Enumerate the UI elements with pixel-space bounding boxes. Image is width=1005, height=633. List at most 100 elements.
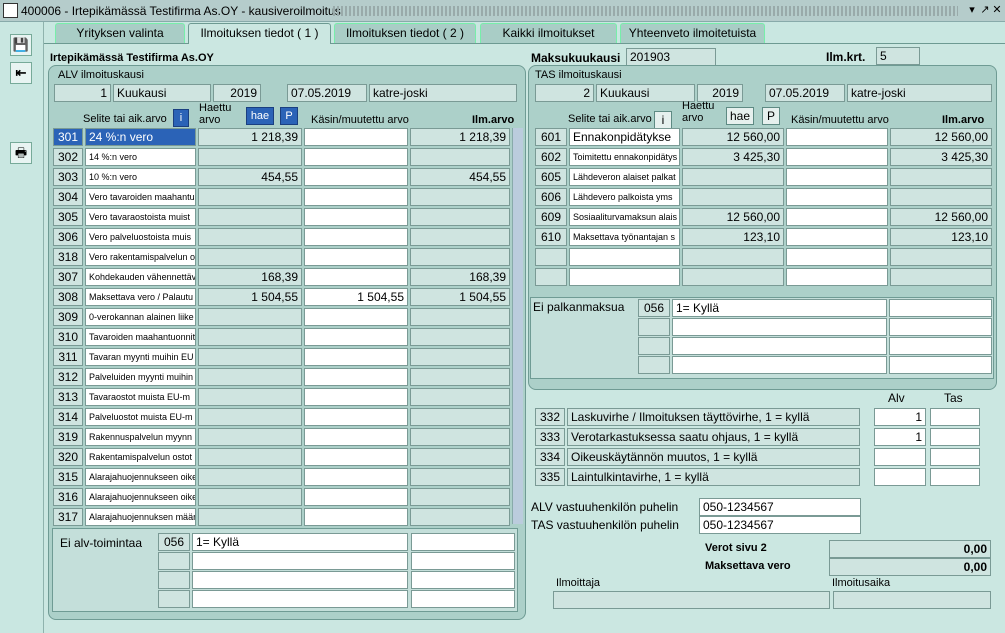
alv-row-desc[interactable]: Alarajahuojennukseen oike — [85, 488, 196, 506]
tas-ei-empty-extra[interactable] — [889, 318, 992, 336]
tas-row-kasin[interactable] — [786, 188, 888, 206]
tab-ilmoituksen-tiedot-2[interactable]: Ilmoituksen tiedot ( 2 ) — [334, 23, 476, 43]
tas-row-kasin[interactable] — [786, 128, 888, 146]
tas-phone-field[interactable]: 050-1234567 — [699, 516, 861, 534]
alv-row-kasin[interactable] — [304, 388, 408, 406]
ilmoitusaika-field[interactable] — [833, 591, 991, 609]
alv-row-desc[interactable]: Rakennuspalvelun myynn — [85, 428, 196, 446]
alv-row-kasin[interactable] — [304, 248, 408, 266]
correction-alv[interactable] — [874, 468, 926, 486]
correction-tas[interactable] — [930, 448, 980, 466]
alv-row-kasin[interactable] — [304, 268, 408, 286]
tas-row-desc[interactable]: Lähdevero palkoista yms — [569, 188, 680, 206]
alv-row-desc[interactable]: 14 %:n vero — [85, 148, 196, 166]
tas-row-kasin[interactable] — [786, 248, 888, 266]
correction-alv[interactable] — [874, 448, 926, 466]
alv-row-kasin[interactable] — [304, 228, 408, 246]
alv-row-desc[interactable]: Vero palveluostoista muis — [85, 228, 196, 246]
alv-row-kasin[interactable] — [304, 508, 408, 526]
alv-row-desc[interactable]: Maksettava vero / Palautu — [85, 288, 196, 306]
alv-ei-empty-extra[interactable] — [411, 590, 515, 608]
tas-ei-empty-value[interactable] — [672, 318, 887, 336]
alv-row-kasin[interactable] — [304, 168, 408, 186]
tas-period-num[interactable]: 2 — [535, 84, 594, 102]
tas-ei-empty-value[interactable] — [672, 356, 887, 374]
tas-row-kasin[interactable] — [786, 148, 888, 166]
alv-date[interactable]: 07.05.2019 — [287, 84, 367, 102]
alv-year[interactable]: 2019 — [213, 84, 261, 102]
tab-kaikki-ilmoitukset[interactable]: Kaikki ilmoitukset — [480, 23, 617, 43]
alv-user[interactable]: katre-joski — [369, 84, 517, 102]
tas-user[interactable]: katre-joski — [847, 84, 992, 102]
alv-row-kasin[interactable] — [304, 148, 408, 166]
alv-row-kasin[interactable] — [304, 348, 408, 366]
tas-row-kasin[interactable] — [786, 268, 888, 286]
alv-period-type[interactable]: Kuukausi — [113, 84, 211, 102]
exit-icon[interactable]: ⇤ — [10, 62, 32, 84]
alv-row-desc[interactable]: Alarajahuojennukseen oike — [85, 468, 196, 486]
close-icon[interactable]: ✕ — [990, 3, 1004, 18]
tas-ei-palkanmaksua-extra[interactable] — [889, 299, 992, 317]
correction-tas[interactable] — [930, 468, 980, 486]
tas-period-type[interactable]: Kuukausi — [596, 84, 695, 102]
alv-row-kasin[interactable] — [304, 188, 408, 206]
alv-row-desc[interactable]: Palveluostot muista EU-m — [85, 408, 196, 426]
tas-row-desc[interactable]: Sosiaaliturvamaksun alais — [569, 208, 680, 226]
alv-row-kasin[interactable] — [304, 128, 408, 146]
alv-row-desc[interactable]: Vero tavaroiden maahantu — [85, 188, 196, 206]
save-icon[interactable]: 💾 — [10, 34, 32, 56]
alv-row-desc[interactable]: Vero tavaraostoista muist — [85, 208, 196, 226]
correction-tas[interactable] — [930, 428, 980, 446]
alv-row-kasin[interactable] — [304, 488, 408, 506]
tas-row-desc[interactable]: Maksettava työnantajan s — [569, 228, 680, 246]
alv-row-kasin[interactable] — [304, 468, 408, 486]
tab-ilmoituksen-tiedot-1[interactable]: Ilmoituksen tiedot ( 1 ) — [188, 23, 331, 44]
alv-hae-button[interactable]: hae — [246, 107, 274, 125]
alv-ei-empty-extra[interactable] — [411, 571, 515, 589]
alv-p-button[interactable]: P — [280, 107, 298, 125]
alv-ei-toimintaa-value[interactable]: 1= Kyllä — [192, 533, 408, 551]
alv-row-desc[interactable]: Rakentamispalvelun ostot — [85, 448, 196, 466]
tas-ei-empty-extra[interactable] — [889, 337, 992, 355]
correction-alv[interactable]: 1 — [874, 428, 926, 446]
tas-p-button[interactable]: P — [762, 107, 780, 125]
correction-alv[interactable]: 1 — [874, 408, 926, 426]
tas-row-desc[interactable]: Ennakonpidätykse — [569, 128, 680, 146]
tas-row-kasin[interactable] — [786, 208, 888, 226]
maksukuukausi-field[interactable]: 201903 — [626, 48, 716, 66]
alv-row-desc[interactable]: 10 %:n vero — [85, 168, 196, 186]
tas-row-desc[interactable] — [569, 248, 680, 266]
alv-row-kasin[interactable]: 1 504,55 — [304, 288, 408, 306]
tas-info-button[interactable]: i — [654, 111, 672, 129]
alv-row-desc[interactable]: Vero rakentamispalvelun o — [85, 248, 196, 266]
alv-ei-empty-value[interactable] — [192, 590, 408, 608]
tas-row-desc[interactable]: Lähdeveron alaiset palkat — [569, 168, 680, 186]
alv-row-kasin[interactable] — [304, 308, 408, 326]
alv-phone-field[interactable]: 050-1234567 — [699, 498, 861, 516]
tab-yrityksen-valinta[interactable]: Yrityksen valinta — [55, 23, 185, 43]
tas-row-kasin[interactable] — [786, 228, 888, 246]
tas-hae-button[interactable]: hae — [726, 107, 754, 125]
tas-row-desc[interactable]: Toimitettu ennakonpidätys — [569, 148, 680, 166]
alv-row-kasin[interactable] — [304, 408, 408, 426]
alv-row-kasin[interactable] — [304, 328, 408, 346]
ilmkrt-field[interactable]: 5 — [876, 47, 920, 65]
alv-row-kasin[interactable] — [304, 208, 408, 226]
tas-date[interactable]: 07.05.2019 — [765, 84, 845, 102]
alv-row-kasin[interactable] — [304, 368, 408, 386]
tab-yhteenveto[interactable]: Yhteenveto ilmoitetuista — [620, 23, 765, 43]
alv-row-kasin[interactable] — [304, 448, 408, 466]
tas-ei-palkanmaksua-value[interactable]: 1= Kyllä — [672, 299, 887, 317]
alv-ei-empty-value[interactable] — [192, 552, 408, 570]
alv-row-desc[interactable]: Tavaran myynti muihin EU — [85, 348, 196, 366]
alv-row-desc[interactable]: Alarajahuojennuksen määr — [85, 508, 196, 526]
alv-period-num[interactable]: 1 — [54, 84, 111, 102]
tas-row-desc[interactable] — [569, 268, 680, 286]
alv-row-desc[interactable]: 24 %:n vero — [85, 128, 196, 146]
correction-tas[interactable] — [930, 408, 980, 426]
tas-row-kasin[interactable] — [786, 168, 888, 186]
alv-row-kasin[interactable] — [304, 428, 408, 446]
ilmoittaja-field[interactable] — [553, 591, 830, 609]
alv-row-desc[interactable]: Kohdekauden vähennettäv — [85, 268, 196, 286]
alv-row-desc[interactable]: 0-verokannan alainen liike — [85, 308, 196, 326]
